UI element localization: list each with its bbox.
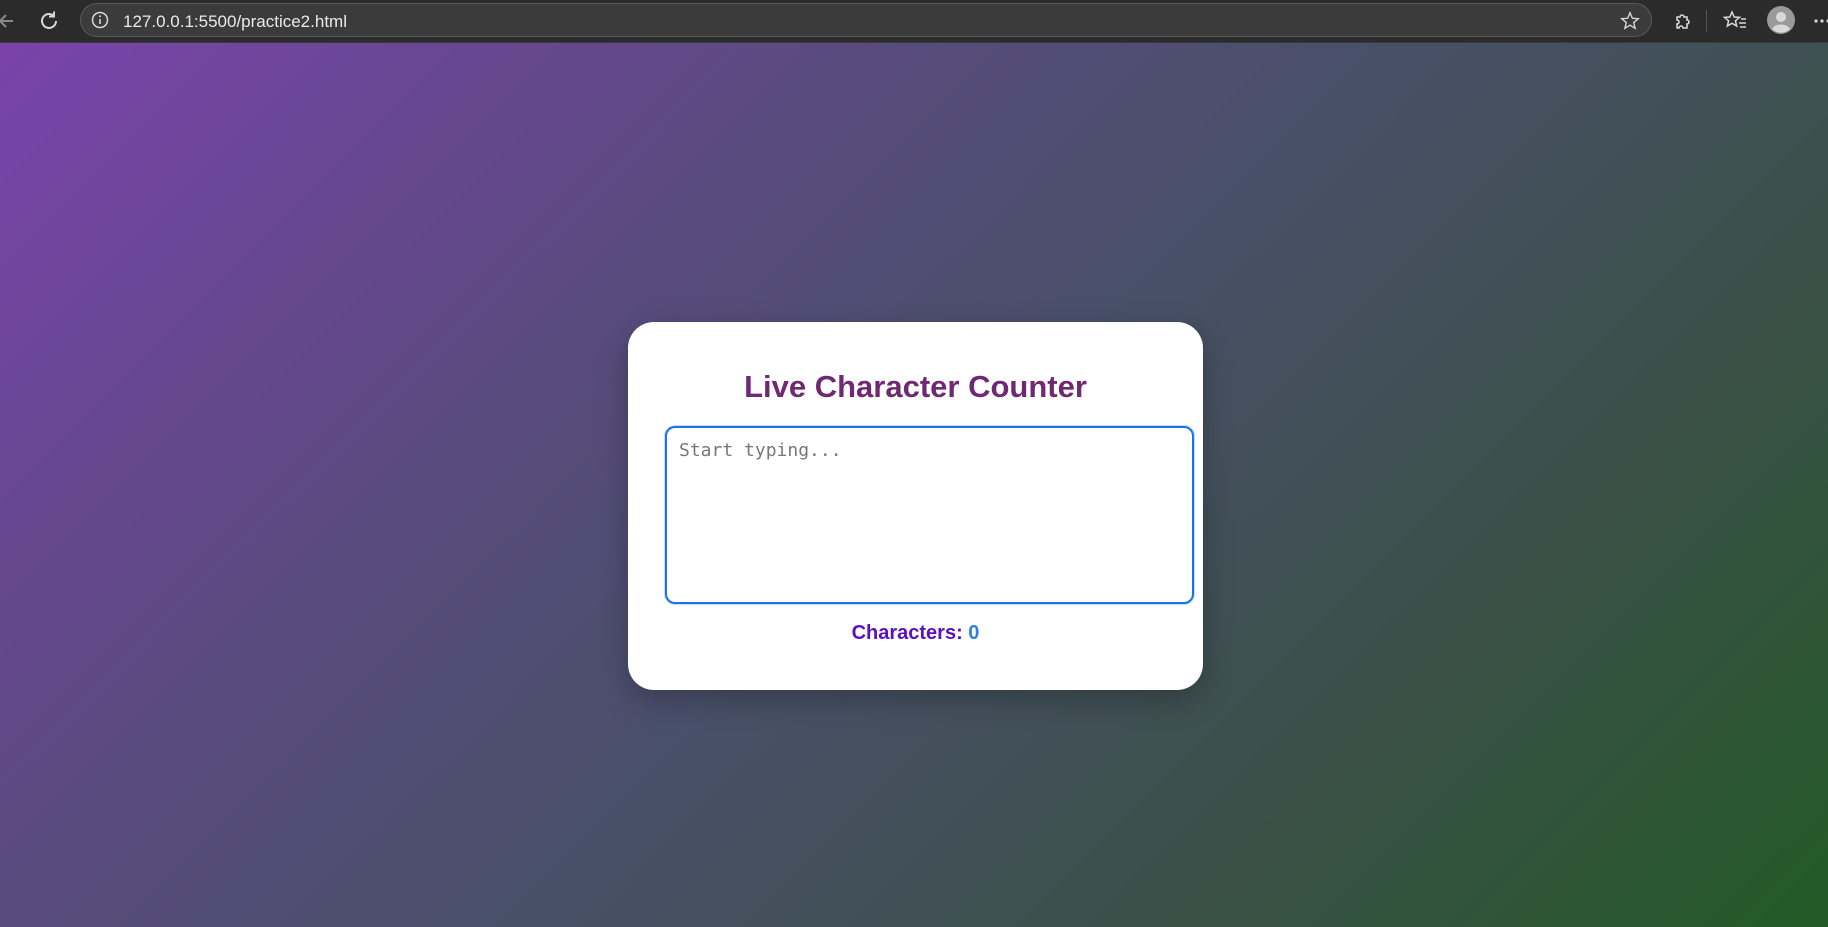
counter-value: 0	[968, 622, 980, 644]
counter-card: Live Character Counter Characters: 0	[628, 322, 1203, 690]
page-viewport: Live Character Counter Characters: 0	[0, 43, 1828, 927]
back-button[interactable]	[0, 4, 24, 38]
favorites-button[interactable]	[1722, 8, 1748, 34]
page-title: Live Character Counter	[744, 369, 1087, 404]
reload-icon	[41, 11, 57, 29]
counter-label: Characters:	[851, 622, 963, 644]
address-url[interactable]: 127.0.0.1:5500/practice2.html	[123, 12, 347, 32]
profile-button[interactable]	[1766, 5, 1796, 35]
profile-icon	[1767, 6, 1795, 34]
more-button[interactable]	[1812, 8, 1828, 34]
reload-button[interactable]	[32, 4, 66, 38]
address-bar[interactable]: 127.0.0.1:5500/practice2.html	[80, 3, 1652, 37]
star-icon[interactable]	[1619, 10, 1641, 32]
text-input[interactable]	[665, 426, 1194, 604]
toolbar-divider	[1706, 10, 1707, 32]
character-counter: Characters: 0	[628, 622, 1203, 645]
back-arrow-icon	[0, 14, 13, 28]
info-icon[interactable]	[91, 11, 109, 29]
more-icon	[1814, 19, 1828, 23]
browser-toolbar: 127.0.0.1:5500/practice2.html	[0, 0, 1828, 43]
favorites-icon	[1722, 10, 1746, 28]
extensions-button[interactable]	[1670, 8, 1696, 34]
extensions-icon	[1676, 14, 1690, 29]
